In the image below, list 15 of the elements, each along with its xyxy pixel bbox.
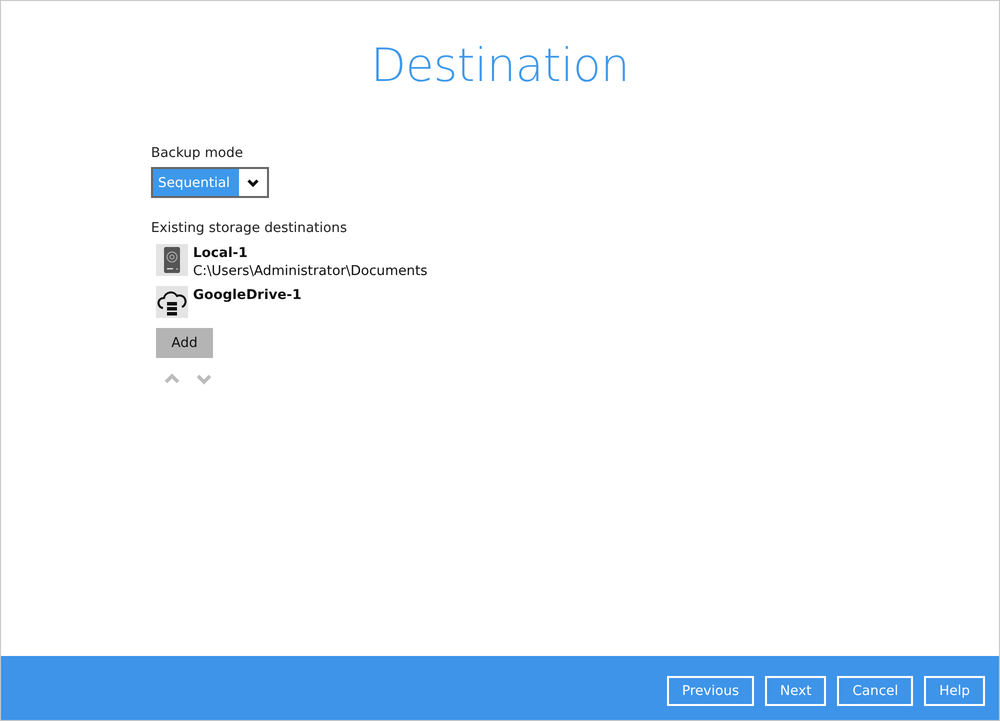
footer-button[interactable]: Previous: [666, 676, 754, 706]
hard-drive-icon: [156, 244, 188, 276]
cloud-server-icon: [156, 286, 188, 318]
caret-icon: [247, 178, 259, 186]
destination-name[interactable]: GoogleDrive-1: [193, 286, 302, 304]
footer-button[interactable]: Next: [765, 676, 826, 706]
field-label: Backup mode: [151, 145, 244, 161]
section-label: Existing storage destinations: [151, 220, 348, 236]
destination-path: C:\Users\Administrator\Documents: [193, 262, 428, 280]
destination-name[interactable]: Local-1: [193, 244, 428, 262]
footer-button[interactable]: Cancel: [837, 676, 914, 706]
page-title: Destination: [370, 37, 630, 94]
footer-button[interactable]: Help: [924, 676, 985, 706]
add-button[interactable]: Add: [156, 328, 213, 358]
backup-mode-dropdown[interactable]: Sequential: [151, 167, 269, 198]
